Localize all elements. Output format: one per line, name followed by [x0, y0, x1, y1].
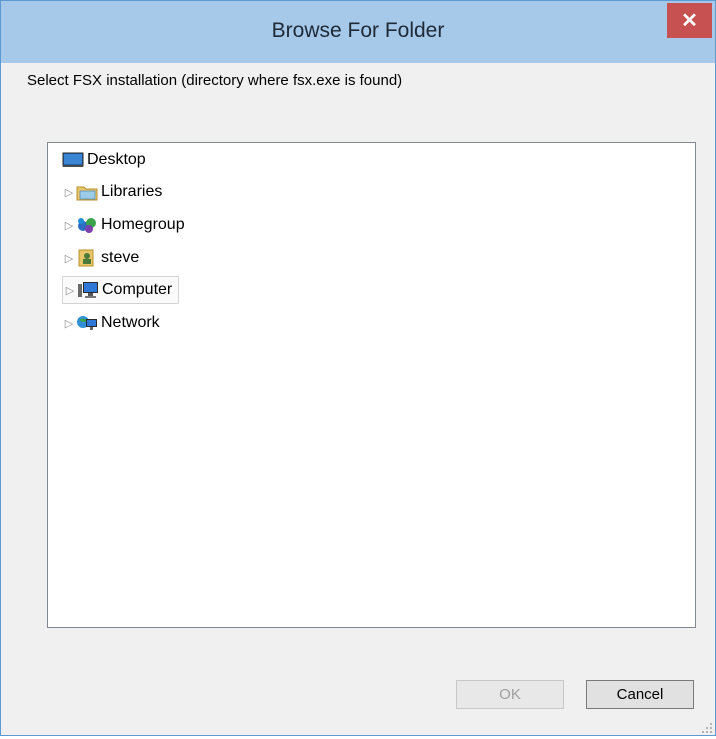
- instruction-text: Select FSX installation (directory where…: [27, 72, 403, 89]
- expand-arrow-icon[interactable]: ▷: [62, 317, 76, 330]
- tree-item-label: Computer: [102, 281, 173, 298]
- tree-item-label: Homegroup: [101, 216, 185, 233]
- close-button[interactable]: ✕: [667, 3, 712, 38]
- tree-item-homegroup[interactable]: ▷ Homegroup: [62, 212, 185, 238]
- expand-arrow-icon[interactable]: ▷: [62, 219, 76, 232]
- libraries-icon: [76, 183, 98, 201]
- tree-item-desktop[interactable]: Desktop: [62, 147, 146, 173]
- network-icon: [76, 314, 97, 332]
- tree-item-label: steve: [101, 249, 140, 266]
- close-icon: ✕: [681, 10, 698, 32]
- desktop-icon: [62, 151, 84, 169]
- tree-item-label: Desktop: [87, 151, 146, 168]
- user-folder-icon: [76, 249, 96, 267]
- resize-grip-icon[interactable]: [701, 721, 713, 733]
- expand-arrow-icon[interactable]: ▷: [62, 252, 76, 265]
- tree-item-label: Libraries: [101, 183, 163, 200]
- expand-arrow-icon[interactable]: ▷: [62, 186, 76, 199]
- tree-item-steve[interactable]: ▷ steve: [62, 245, 139, 271]
- title-bar[interactable]: Browse For Folder ✕: [1, 1, 715, 63]
- tree-item-computer[interactable]: ▷ Computer: [62, 276, 180, 304]
- dialog-title: Browse For Folder: [271, 19, 445, 42]
- tree-item-libraries[interactable]: ▷ Libraries: [62, 179, 162, 205]
- cancel-button[interactable]: Cancel: [586, 680, 694, 709]
- tree-item-network[interactable]: ▷ Network: [62, 310, 160, 336]
- homegroup-icon: [76, 216, 96, 234]
- computer-icon: [77, 281, 98, 299]
- expand-arrow-icon[interactable]: ▷: [63, 284, 77, 297]
- browse-for-folder-dialog: Browse For Folder ✕ Select FSX installat…: [0, 0, 716, 736]
- folder-tree[interactable]: Desktop ▷ Libraries ▷ Homegroup ▷ steve …: [47, 142, 696, 628]
- tree-item-label: Network: [101, 314, 160, 331]
- dialog-content: Select FSX installation (directory where…: [9, 63, 708, 728]
- ok-button[interactable]: OK: [456, 680, 564, 709]
